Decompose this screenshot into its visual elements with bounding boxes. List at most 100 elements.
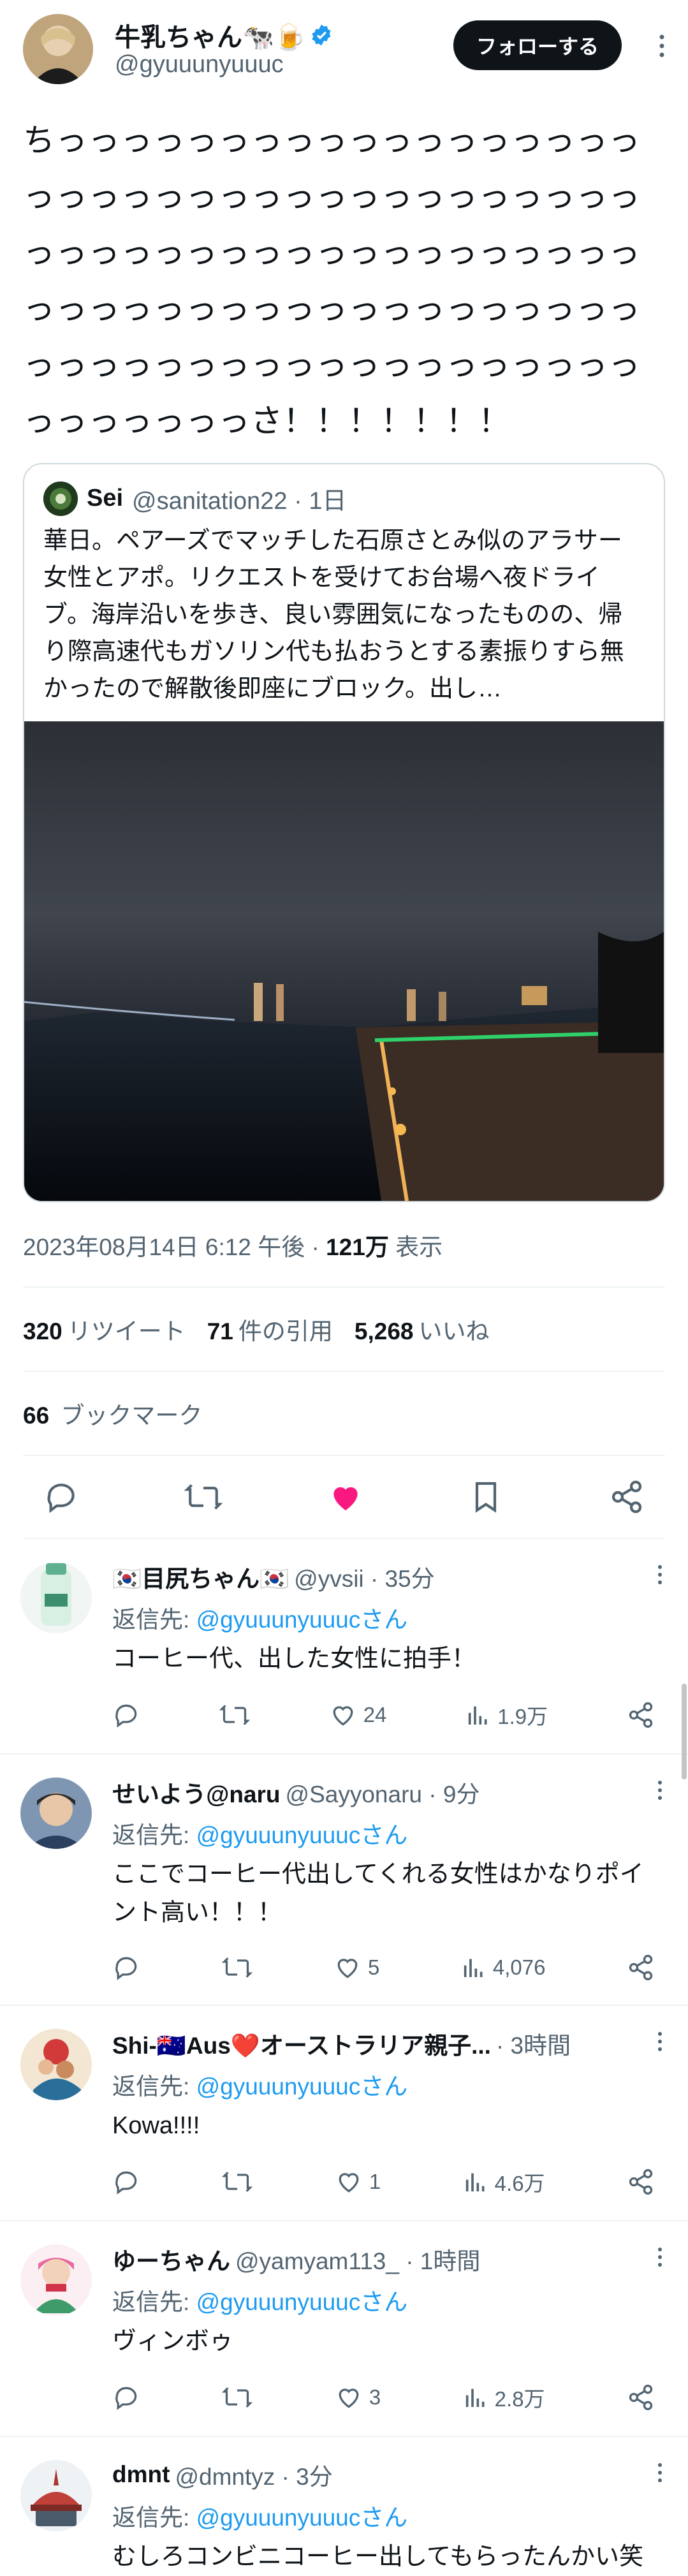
reply-to-link[interactable]: @gyuuunyuuucさん: [196, 2505, 408, 2531]
reply-avatar[interactable]: [20, 2460, 92, 2531]
scrollbar[interactable]: [682, 1684, 687, 1779]
reply-to-link[interactable]: @gyuuunyuuucさん: [196, 1822, 408, 1848]
reply-author-name[interactable]: Shi-🇦🇺Aus❤️オーストラリア親子...: [112, 2026, 491, 2061]
more-icon[interactable]: [657, 2462, 662, 2483]
retweet-icon[interactable]: [222, 2168, 253, 2196]
views-icon: [465, 1702, 491, 1728]
reply-icon[interactable]: [112, 2383, 140, 2411]
reply-to-prefix: 返信先:: [112, 1607, 196, 1633]
reply-author-name[interactable]: 🇰🇷目尻ちゃん🇰🇷: [112, 1559, 289, 1594]
reply-author-name[interactable]: dmnt: [112, 2461, 170, 2488]
views-icon: [463, 2169, 488, 2195]
more-icon[interactable]: [657, 2247, 662, 2267]
retweet-icon[interactable]: [184, 1479, 223, 1515]
reply-item[interactable]: dmnt @dmntyz · 3分 返信先: @gyuuunyuuucさん むし…: [0, 2437, 688, 2576]
views-count: 1.9万: [497, 1705, 548, 1728]
main-tweet: 牛乳ちゃん🐄🍺 @gyuuunyuuuc フォローする ちっっっっっっっっっっっ…: [0, 0, 688, 1539]
reply-header: dmnt @dmntyz · 3分: [112, 2457, 665, 2492]
reply-author-name[interactable]: せいよう@naru: [112, 1775, 281, 1809]
reply-icon[interactable]: [112, 2168, 140, 2196]
bookmarks-stat[interactable]: 66 ブックマーク: [23, 1372, 665, 1456]
retweets-stat[interactable]: 320 リツイート: [23, 1312, 186, 1346]
share-icon[interactable]: [627, 2168, 655, 2196]
reply-action-bar: 1 4.6万: [112, 2145, 665, 2220]
views-label: 表示: [395, 1234, 443, 1260]
reply-to-prefix: 返信先:: [112, 2505, 196, 2531]
reply-like[interactable]: 24: [329, 1701, 386, 1729]
reply-views[interactable]: 2.8万: [463, 2382, 545, 2413]
reply-avatar[interactable]: [20, 1777, 92, 1849]
reply-item[interactable]: 🇰🇷目尻ちゃん🇰🇷 @yvsii · 35分 返信先: @gyuuunyuuuc…: [0, 1539, 688, 1755]
reply-handle-time: · 3時間: [495, 2033, 571, 2059]
verified-badge-icon: [310, 24, 333, 47]
reply-like[interactable]: 5: [333, 1954, 379, 1982]
quote-night-photo[interactable]: [24, 721, 664, 1201]
reply-views[interactable]: 4,076: [461, 1955, 545, 1980]
reply-handle-time: @dmntyz · 3分: [175, 2464, 333, 2490]
reply-text: コーヒー代、出した女性に拍手！: [112, 1645, 476, 1672]
quoted-tweet[interactable]: Sei @sanitation22 · 1日 華日。ペアーズでマッチした石原さと…: [23, 463, 665, 1202]
reply-like[interactable]: 3: [335, 2383, 381, 2411]
reply-text: ここでコーヒー代出してくれる女性はかなりポイント高い！！！: [112, 1861, 644, 1926]
reply-like[interactable]: 1: [335, 2168, 381, 2196]
more-icon[interactable]: [659, 33, 665, 59]
reply-icon[interactable]: [112, 1954, 140, 1982]
like-icon[interactable]: [329, 1701, 357, 1729]
share-icon[interactable]: [627, 1954, 655, 1982]
reply-to-link[interactable]: @gyuuunyuuucさん: [196, 2289, 408, 2315]
views-icon: [461, 1955, 487, 1980]
retweets-label: リツイート: [67, 1318, 186, 1344]
reply-avatar[interactable]: [20, 2244, 92, 2316]
more-icon[interactable]: [657, 1780, 662, 1800]
quote-handle-time: @sanitation22 · 1日: [132, 488, 347, 515]
reply-item[interactable]: Shi-🇦🇺Aus❤️オーストラリア親子... · 3時間 返信先: @gyuu…: [0, 2006, 688, 2221]
retweet-icon[interactable]: [221, 1954, 253, 1982]
reply-to-prefix: 返信先:: [112, 2073, 196, 2100]
reply-handle-time: @Sayyonaru · 9分: [285, 1781, 480, 1807]
reply-item[interactable]: せいよう@naru @Sayyonaru · 9分 返信先: @gyuuunyu…: [0, 1755, 688, 2006]
reply-text: ヴィンボゥ: [112, 2328, 234, 2355]
author-handle[interactable]: @gyuuunyuuuc: [115, 51, 284, 78]
views-icon: [463, 2385, 488, 2410]
like-count: 3: [369, 2385, 381, 2409]
quote-text: 華日。ペアーズでマッチした石原さとみ似のアラサー女性とアポ。リクエストを受けてお…: [43, 527, 624, 702]
author-name[interactable]: 牛乳ちゃん🐄🍺: [115, 17, 306, 54]
reply-icon[interactable]: [43, 1479, 79, 1515]
reply-header: せいよう@naru @Sayyonaru · 9分: [112, 1775, 665, 1809]
quotes-stat[interactable]: 71 件の引用: [207, 1312, 333, 1346]
more-icon[interactable]: [657, 1564, 662, 1585]
reply-avatar[interactable]: [20, 1562, 92, 1633]
tweet-header: 牛乳ちゃん🐄🍺 @gyuuunyuuuc フォローする: [23, 14, 665, 87]
replies-list: 🇰🇷目尻ちゃん🇰🇷 @yvsii · 35分 返信先: @gyuuunyuuuc…: [0, 1539, 688, 2576]
like-icon[interactable]: [335, 2383, 363, 2411]
follow-button[interactable]: フォローする: [453, 20, 622, 70]
like-icon[interactable]: [335, 2168, 363, 2196]
reply-to: 返信先: @gyuuunyuuucさん: [112, 2498, 665, 2533]
share-icon[interactable]: [627, 1701, 655, 1729]
retweet-icon[interactable]: [219, 1701, 250, 1729]
quote-header: Sei @sanitation22 · 1日: [24, 464, 664, 516]
likes-stat[interactable]: 5,268 いいね: [355, 1312, 490, 1346]
tweet-timestamp[interactable]: 2023年08月14日 6:12 午後: [23, 1234, 305, 1260]
reply-to: 返信先: @gyuuunyuuucさん: [112, 1816, 665, 1850]
share-icon[interactable]: [627, 2383, 655, 2411]
reply-to-link[interactable]: @gyuuunyuuucさん: [196, 2073, 408, 2100]
reply-icon[interactable]: [112, 1701, 140, 1729]
reply-views[interactable]: 1.9万: [465, 1700, 548, 1730]
author-avatar[interactable]: [23, 14, 93, 84]
reply-item[interactable]: ゆーちゃん @yamyam113_ · 1時間 返信先: @gyuuunyuuu…: [0, 2221, 688, 2437]
retweet-icon[interactable]: [222, 2383, 253, 2411]
bookmarks-label: ブックマーク: [61, 1402, 203, 1429]
reply-author-name[interactable]: ゆーちゃん: [112, 2242, 230, 2276]
like-icon[interactable]: [328, 1479, 363, 1515]
bookmark-icon[interactable]: [468, 1479, 504, 1515]
author-name-row[interactable]: 牛乳ちゃん🐄🍺: [115, 17, 333, 54]
reply-to-link[interactable]: @gyuuunyuuucさん: [196, 1607, 408, 1633]
reply-views[interactable]: 4.6万: [463, 2167, 545, 2197]
share-icon[interactable]: [609, 1479, 645, 1515]
views-count: 121万: [326, 1234, 389, 1260]
like-icon[interactable]: [333, 1954, 362, 1982]
reply-avatar[interactable]: [20, 2029, 92, 2100]
reply-header: Shi-🇦🇺Aus❤️オーストラリア親子... · 3時間: [112, 2026, 665, 2061]
more-icon[interactable]: [657, 2031, 662, 2052]
